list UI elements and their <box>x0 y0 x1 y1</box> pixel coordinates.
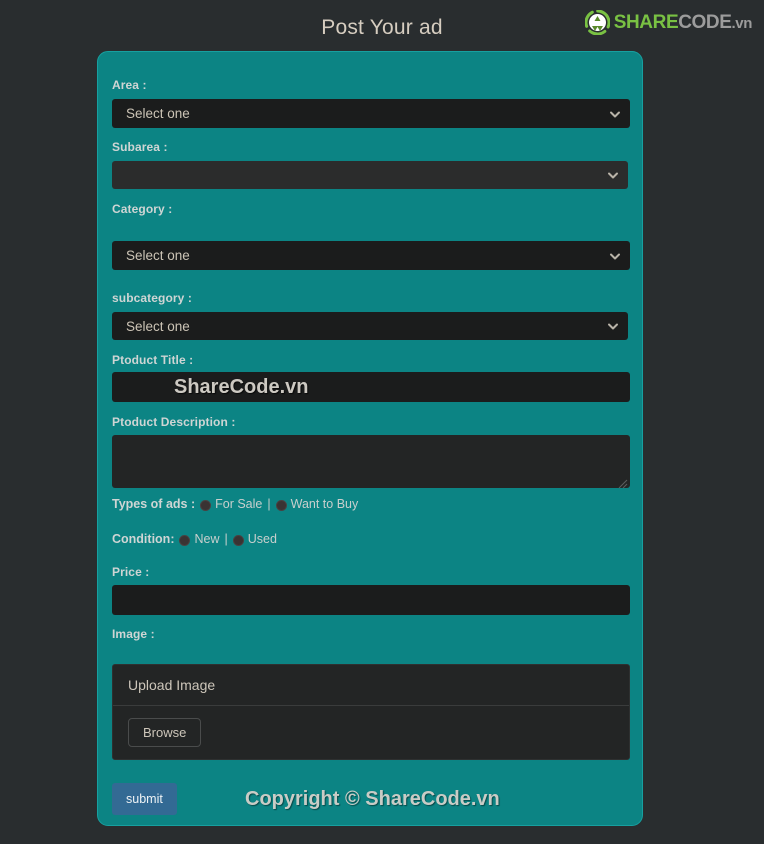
post-ad-page: Post Your ad SHARE CODE .vn Area: Selec… <box>0 0 764 844</box>
select-subarea[interactable] <box>112 161 628 189</box>
types-of-ads-separator: | <box>267 497 271 511</box>
browse-button[interactable]: Browse <box>128 718 202 747</box>
recycle-circle-icon <box>584 9 611 35</box>
submit-button[interactable]: submit <box>112 783 177 815</box>
select-area-value: Select one <box>126 106 190 121</box>
select-category-value: Select one <box>126 248 190 263</box>
logo-text-share: SHARE <box>613 11 679 33</box>
resize-handle-icon[interactable] <box>618 476 628 489</box>
chevron-down-icon <box>609 108 621 120</box>
types-of-ads-group: Types of ads : For Sale | Want to Buy <box>112 497 358 511</box>
logo-text-code: CODE <box>678 11 732 33</box>
chevron-down-icon <box>607 320 619 332</box>
label-condition: Condition: <box>112 532 175 546</box>
select-category[interactable]: Select one <box>112 241 630 270</box>
chevron-down-icon <box>607 169 619 181</box>
select-subcategory[interactable]: Select one <box>112 312 628 340</box>
radio-label-for-sale[interactable]: For Sale <box>215 497 262 511</box>
label-product-description: Ptoduct Description : <box>112 415 236 429</box>
logo-text-tld: .vn <box>731 14 753 32</box>
radio-label-want-to-buy[interactable]: Want to Buy <box>291 497 359 511</box>
textarea-product-description[interactable] <box>112 435 630 489</box>
chevron-down-icon <box>609 250 621 262</box>
label-area: Area : <box>112 78 147 92</box>
copyright-watermark: Copyright © ShareCode.vn <box>245 788 500 810</box>
radio-label-used[interactable]: Used <box>248 532 277 546</box>
sharecode-logo: SHARE CODE .vn <box>584 9 753 35</box>
watermark-sharecode-title: ShareCode.vn <box>174 376 309 398</box>
radio-used[interactable] <box>232 534 244 546</box>
condition-separator: | <box>224 532 228 546</box>
select-subcategory-value: Select one <box>126 318 190 334</box>
label-price: Price : <box>112 565 150 579</box>
label-category: Category : <box>112 202 173 216</box>
label-subcategory: subcategory : <box>112 291 192 305</box>
radio-want-to-buy[interactable] <box>275 499 287 511</box>
post-ad-form-panel: Area : Select one Subarea : Category : S… <box>97 51 643 826</box>
radio-label-new[interactable]: New <box>194 532 219 546</box>
input-price[interactable] <box>112 585 630 615</box>
label-product-title: Ptoduct Title : <box>112 353 194 367</box>
page-header: Post Your ad SHARE CODE .vn <box>0 0 764 50</box>
condition-group: Condition: New | Used <box>112 532 277 546</box>
label-types-of-ads: Types of ads : <box>112 497 196 511</box>
radio-new[interactable] <box>179 534 191 546</box>
label-subarea: Subarea : <box>112 140 168 154</box>
select-area[interactable]: Select one <box>112 99 630 128</box>
logo-wordmark: SHARE CODE .vn <box>613 11 753 33</box>
upload-image-card: Upload Image Browse <box>112 664 630 760</box>
radio-for-sale[interactable] <box>200 499 212 511</box>
upload-image-body: Browse <box>113 706 629 759</box>
upload-image-heading: Upload Image <box>113 665 629 706</box>
label-image: Image : <box>112 627 155 641</box>
